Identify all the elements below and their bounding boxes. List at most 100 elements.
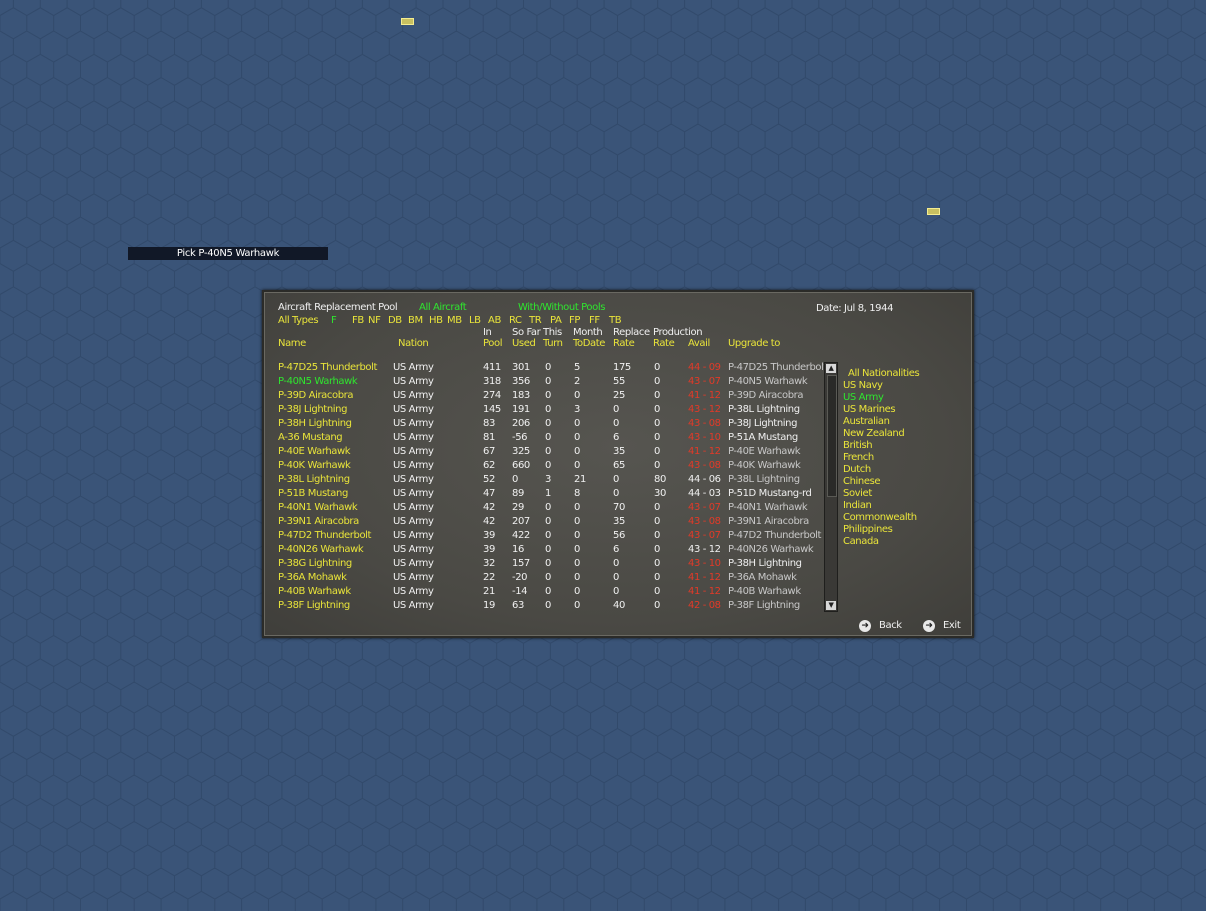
type-filter-lb[interactable]: LB bbox=[469, 315, 481, 326]
header-in-pool[interactable]: Pool bbox=[483, 338, 502, 349]
row-upgrade-to[interactable]: P-38J Lightning bbox=[728, 418, 797, 429]
type-filter-ff[interactable]: FF bbox=[589, 315, 600, 326]
row-upgrade-to[interactable]: P-38F Lightning bbox=[728, 600, 800, 611]
table-row[interactable]: P-40B Warhawk US Army 21 -14 0 0 0 0 41 - 12 P-40… bbox=[264, 586, 824, 600]
nationality-option[interactable]: All Nationalities bbox=[848, 368, 920, 380]
header-avail[interactable]: Avail bbox=[688, 338, 710, 349]
type-filter-bm[interactable]: BM bbox=[408, 315, 423, 326]
nationality-option[interactable]: French bbox=[843, 452, 874, 464]
row-name[interactable]: P-38L Lightning bbox=[278, 474, 350, 485]
row-upgrade-to[interactable]: P-39N1 Airacobra bbox=[728, 516, 809, 527]
header-production-rate[interactable]: Rate bbox=[653, 338, 675, 349]
nationality-option[interactable]: Canada bbox=[843, 536, 879, 548]
type-filter-rc[interactable]: RC bbox=[509, 315, 522, 326]
row-name[interactable]: P-51B Mustang bbox=[278, 488, 348, 499]
row-name[interactable]: P-40E Warhawk bbox=[278, 446, 351, 457]
row-upgrade-to[interactable]: P-38L Lightning bbox=[728, 404, 800, 415]
row-name[interactable]: P-39D Airacobra bbox=[278, 390, 353, 401]
map-unit-marker[interactable] bbox=[927, 208, 940, 215]
scrollbar-thumb[interactable] bbox=[827, 375, 837, 497]
header-used[interactable]: Used bbox=[512, 338, 536, 349]
row-upgrade-to[interactable]: P-40B Warhawk bbox=[728, 586, 801, 597]
type-filter-ab[interactable]: AB bbox=[488, 315, 501, 326]
table-row[interactable]: P-40N1 Warhawk US Army 42 29 0 0 70 0 43 - 07 P-4… bbox=[264, 502, 824, 516]
row-name[interactable]: P-40N1 Warhawk bbox=[278, 502, 358, 513]
table-row[interactable]: P-38H Lightning US Army 83 206 0 0 0 0 43 - 08 P-… bbox=[264, 418, 824, 432]
exit-button[interactable]: ➜ Exit bbox=[923, 618, 967, 634]
table-row[interactable]: P-38G Lightning US Army 32 157 0 0 0 0 43 - 10 P-… bbox=[264, 558, 824, 572]
nationality-option[interactable]: Dutch bbox=[843, 464, 871, 476]
row-name[interactable]: P-38J Lightning bbox=[278, 404, 347, 415]
table-row[interactable]: P-36A Mohawk US Army 22 -20 0 0 0 0 41 - 12 P-36A… bbox=[264, 572, 824, 586]
header-nation[interactable]: Nation bbox=[398, 338, 429, 349]
row-upgrade-to[interactable]: P-39D Airacobra bbox=[728, 390, 803, 401]
type-filter-tr[interactable]: TR bbox=[529, 315, 542, 326]
table-row[interactable]: P-38F Lightning US Army 19 63 0 0 40 0 42 - 08 P-… bbox=[264, 600, 824, 614]
nationality-option[interactable]: Commonwealth bbox=[843, 512, 917, 524]
header-name[interactable]: Name bbox=[278, 338, 306, 349]
type-filter-fp[interactable]: FP bbox=[569, 315, 580, 326]
nationality-option[interactable]: New Zealand bbox=[843, 428, 905, 440]
row-upgrade-to[interactable]: P-38L Lightning bbox=[728, 474, 800, 485]
row-upgrade-to[interactable]: P-36A Mohawk bbox=[728, 572, 797, 583]
type-filter-tb[interactable]: TB bbox=[609, 315, 622, 326]
row-upgrade-to[interactable]: P-51A Mustang bbox=[728, 432, 798, 443]
row-upgrade-to[interactable]: P-47D25 Thunderbolt bbox=[728, 362, 824, 373]
header-replace-rate[interactable]: Rate bbox=[613, 338, 635, 349]
header-todate[interactable]: ToDate bbox=[573, 338, 605, 349]
type-filter-mb[interactable]: MB bbox=[447, 315, 462, 326]
filter-with-without-pools[interactable]: With/Without Pools bbox=[518, 302, 605, 313]
row-name[interactable]: P-38F Lightning bbox=[278, 600, 350, 611]
table-row[interactable]: P-39D Airacobra US Army 274 183 0 0 25 0 41 - 12… bbox=[264, 390, 824, 404]
table-row[interactable]: P-40N26 Warhawk US Army 39 16 0 0 6 0 43 - 12 P-4… bbox=[264, 544, 824, 558]
table-row[interactable]: P-51B Mustang US Army 47 89 1 8 0 30 44 - 03 P-51… bbox=[264, 488, 824, 502]
table-row[interactable]: P-40N5 Warhawk US Army 318 356 0 2 55 0 43 - 07 P… bbox=[264, 376, 824, 390]
type-filter-all-types[interactable]: All Types bbox=[278, 315, 319, 326]
filter-all-aircraft[interactable]: All Aircraft bbox=[419, 302, 467, 313]
header-upgrade-to[interactable]: Upgrade to bbox=[728, 338, 780, 349]
nationality-option[interactable]: Indian bbox=[843, 500, 872, 512]
table-row[interactable]: P-47D2 Thunderbolt US Army 39 422 0 0 56 0 43 - … bbox=[264, 530, 824, 544]
nationality-option[interactable]: US Army bbox=[843, 392, 884, 404]
type-filter-f[interactable]: F bbox=[331, 315, 337, 326]
table-row[interactable]: A-36 Mustang US Army 81 -56 0 0 6 0 43 - 10 P-51A… bbox=[264, 432, 824, 446]
row-name[interactable]: P-47D2 Thunderbolt bbox=[278, 530, 371, 541]
row-upgrade-to[interactable]: P-47D2 Thunderbolt bbox=[728, 530, 821, 541]
nationality-option[interactable]: Soviet bbox=[843, 488, 872, 500]
row-name[interactable]: P-47D25 Thunderbolt bbox=[278, 362, 377, 373]
header-turn[interactable]: Turn bbox=[543, 338, 563, 349]
row-upgrade-to[interactable]: P-40E Warhawk bbox=[728, 446, 801, 457]
type-filter-fb[interactable]: FB bbox=[352, 315, 364, 326]
row-name[interactable]: P-39N1 Airacobra bbox=[278, 516, 359, 527]
nationality-option[interactable]: US Marines bbox=[843, 404, 896, 416]
scroll-down-arrow-icon[interactable]: ▼ bbox=[826, 601, 836, 610]
row-name[interactable]: P-40B Warhawk bbox=[278, 586, 351, 597]
nationality-option[interactable]: US Navy bbox=[843, 380, 883, 392]
table-row[interactable]: P-38J Lightning US Army 145 191 0 3 0 0 43 - 12 P… bbox=[264, 404, 824, 418]
nationality-option[interactable]: Australian bbox=[843, 416, 890, 428]
row-name[interactable]: P-36A Mohawk bbox=[278, 572, 347, 583]
nationality-option[interactable]: Chinese bbox=[843, 476, 881, 488]
type-filter-nf[interactable]: NF bbox=[368, 315, 381, 326]
type-filter-hb[interactable]: HB bbox=[429, 315, 443, 326]
row-upgrade-to[interactable]: P-51D Mustang-rd bbox=[728, 488, 812, 499]
row-name[interactable]: A-36 Mustang bbox=[278, 432, 343, 443]
row-upgrade-to[interactable]: P-40N1 Warhawk bbox=[728, 502, 808, 513]
row-upgrade-to[interactable]: P-40N26 Warhawk bbox=[728, 544, 814, 555]
table-scrollbar[interactable]: ▲ ▼ bbox=[824, 362, 838, 612]
back-button[interactable]: ➜ Back bbox=[859, 618, 919, 634]
map-unit-marker[interactable] bbox=[401, 18, 414, 25]
row-name[interactable]: P-40K Warhawk bbox=[278, 460, 351, 471]
type-filter-pa[interactable]: PA bbox=[550, 315, 562, 326]
table-row[interactable]: P-38L Lightning US Army 52 0 3 21 0 80 44 - 06 P-… bbox=[264, 474, 824, 488]
nationality-option[interactable]: British bbox=[843, 440, 873, 452]
row-name[interactable]: P-38G Lightning bbox=[278, 558, 352, 569]
row-upgrade-to[interactable]: P-40K Warhawk bbox=[728, 460, 801, 471]
row-name[interactable]: P-40N5 Warhawk bbox=[278, 376, 358, 387]
table-row[interactable]: P-40K Warhawk US Army 62 660 0 0 65 0 43 - 08 P-4… bbox=[264, 460, 824, 474]
row-name[interactable]: P-40N26 Warhawk bbox=[278, 544, 364, 555]
row-upgrade-to[interactable]: P-38H Lightning bbox=[728, 558, 802, 569]
table-row[interactable]: P-40E Warhawk US Army 67 325 0 0 35 0 41 - 12 P-4… bbox=[264, 446, 824, 460]
table-row[interactable]: P-39N1 Airacobra US Army 42 207 0 0 35 0 43 - 08… bbox=[264, 516, 824, 530]
row-upgrade-to[interactable]: P-40N5 Warhawk bbox=[728, 376, 808, 387]
